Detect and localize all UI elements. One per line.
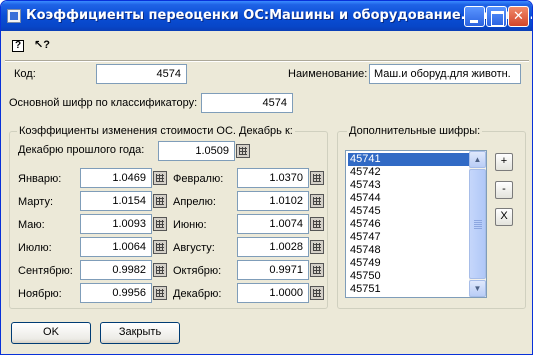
calculator-icon[interactable] <box>310 240 324 254</box>
month-label: Ноябрю: <box>18 288 62 300</box>
coefficient-field[interactable]: 1.0074 <box>237 214 309 234</box>
calculator-icon[interactable] <box>153 286 167 300</box>
close-window-button[interactable]: ✕ <box>508 6 529 27</box>
list-item[interactable]: 45746 <box>348 218 469 231</box>
coefficient-field[interactable]: 0.9971 <box>237 260 309 280</box>
title-bar[interactable]: Коэффициенты переоценки ОС:Машины и обор… <box>1 1 532 31</box>
list-item[interactable]: 45742 <box>348 166 469 179</box>
window-title: Коэффициенты переоценки ОС:Машины и обор… <box>26 8 533 23</box>
list-item[interactable]: 45745 <box>348 205 469 218</box>
month-label: Январю: <box>18 173 62 185</box>
list-item[interactable]: 45751 <box>348 283 469 296</box>
list-item[interactable]: 45743 <box>348 179 469 192</box>
calculator-icon[interactable] <box>310 171 324 185</box>
add-code-button[interactable]: + <box>495 153 513 171</box>
code-field[interactable]: 4574 <box>96 64 187 84</box>
month-label: Марту: <box>18 196 53 208</box>
calculator-icon[interactable] <box>310 217 324 231</box>
classifier-label: Основной шифр по классификатору: <box>9 97 198 109</box>
month-label: Октябрю: <box>173 265 222 277</box>
name-label: Наименование: <box>288 68 368 80</box>
prev-december-label: Декабрю прошлого года: <box>18 144 145 156</box>
scroll-down-icon[interactable]: ▼ <box>469 280 486 297</box>
prev-december-field[interactable]: 1.0509 <box>158 141 235 161</box>
calculator-icon[interactable] <box>310 194 324 208</box>
code-label: Код: <box>14 68 36 80</box>
list-item[interactable]: 45747 <box>348 231 469 244</box>
dialog-window: Коэффициенты переоценки ОС:Машины и обор… <box>0 0 533 355</box>
classifier-field[interactable]: 4574 <box>201 93 293 113</box>
grip-icon <box>474 220 482 229</box>
list-item[interactable]: 45748 <box>348 244 469 257</box>
list-scrollbar[interactable]: ▲ ▼ <box>469 151 486 297</box>
calculator-icon[interactable] <box>153 194 167 208</box>
context-help-icon[interactable]: ↖? <box>33 37 51 55</box>
calculator-icon[interactable] <box>153 217 167 231</box>
ok-button[interactable]: OK <box>11 322 91 344</box>
coefficient-field[interactable]: 1.0093 <box>80 214 152 234</box>
coefficient-field[interactable]: 1.0064 <box>80 237 152 257</box>
toolbar-divider <box>5 60 529 62</box>
month-label: Сентябрю: <box>18 265 73 277</box>
coefficient-field[interactable]: 1.0154 <box>80 191 152 211</box>
coefficient-field[interactable]: 1.0000 <box>237 283 309 303</box>
coefficient-field[interactable]: 1.0102 <box>237 191 309 211</box>
list-item[interactable]: 45752 <box>348 296 469 297</box>
coefficient-field[interactable]: 0.9982 <box>80 260 152 280</box>
maximize-button[interactable] <box>486 6 507 27</box>
remove-code-button[interactable]: - <box>495 181 513 199</box>
minimize-button[interactable] <box>464 6 485 27</box>
list-item[interactable]: 45741 <box>348 153 469 166</box>
coefficient-field[interactable]: 0.9956 <box>80 283 152 303</box>
app-icon <box>7 9 21 23</box>
calculator-icon[interactable] <box>236 144 250 158</box>
calculator-icon[interactable] <box>153 171 167 185</box>
scroll-thumb[interactable] <box>469 169 486 279</box>
calculator-icon[interactable] <box>153 240 167 254</box>
month-label: Августу: <box>173 242 215 254</box>
scroll-up-icon[interactable]: ▲ <box>469 151 486 168</box>
month-label: Маю: <box>18 219 45 231</box>
list-item[interactable]: 45749 <box>348 257 469 270</box>
list-item[interactable]: 45750 <box>348 270 469 283</box>
list-item[interactable]: 45744 <box>348 192 469 205</box>
month-label: Февралю: <box>173 173 224 185</box>
calculator-icon[interactable] <box>153 263 167 277</box>
clear-codes-button[interactable]: X <box>495 208 513 226</box>
coefficient-field[interactable]: 1.0370 <box>237 168 309 188</box>
month-label: Июлю: <box>18 242 52 254</box>
extra-codes-group-title: Дополнительные шифры: <box>347 125 483 137</box>
calculator-icon[interactable] <box>310 263 324 277</box>
close-button[interactable]: Закрыть <box>100 322 180 344</box>
month-label: Апрелю: <box>173 196 216 208</box>
month-label: Декабрю: <box>173 288 222 300</box>
coefficient-field[interactable]: 1.0469 <box>80 168 152 188</box>
help-icon[interactable]: ? <box>12 40 24 52</box>
coefficient-field[interactable]: 1.0028 <box>237 237 309 257</box>
name-field[interactable]: Маш.и оборуд.для животн. <box>369 64 521 84</box>
coefficients-group-title: Коэффициенты изменения стоимости ОС. Дек… <box>17 125 295 137</box>
month-label: Июню: <box>173 219 207 231</box>
calculator-icon[interactable] <box>310 286 324 300</box>
extra-codes-list[interactable]: 45741 45742 45743 45744 45745 45746 4574… <box>345 150 487 298</box>
